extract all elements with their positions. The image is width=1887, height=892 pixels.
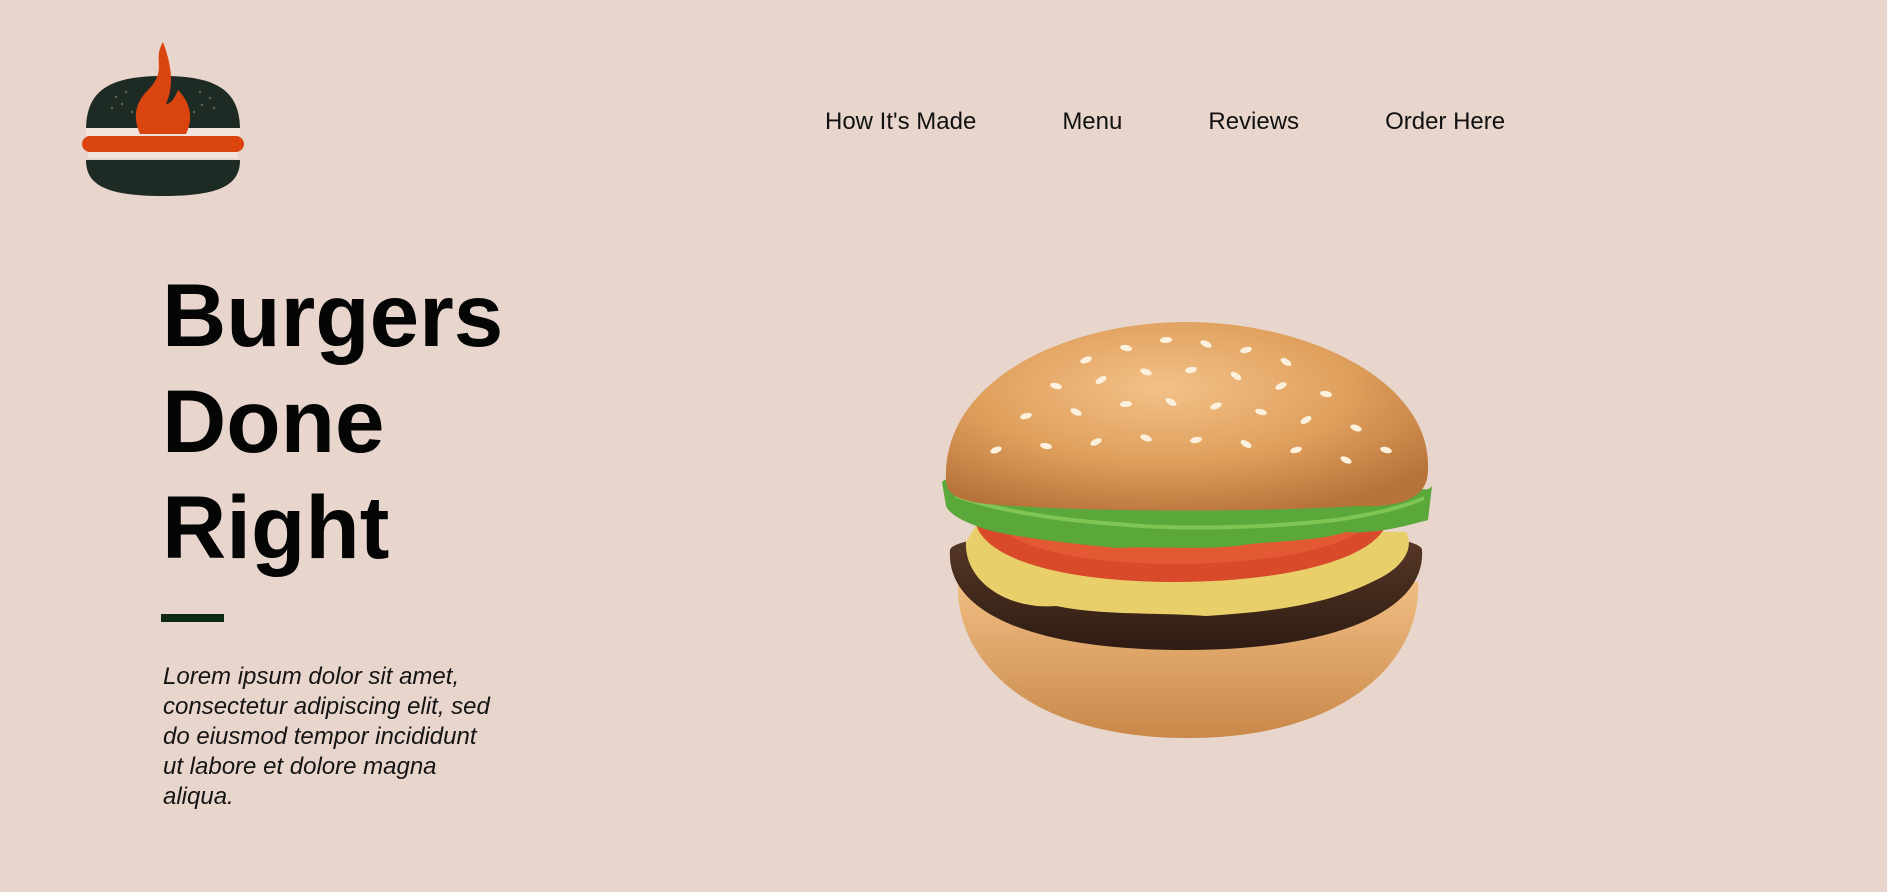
nav-link-reviews[interactable]: Reviews — [1208, 105, 1299, 139]
brand-logo[interactable] — [82, 42, 244, 198]
hero-title-line: Right — [162, 477, 390, 577]
hero-title-line: Burgers — [162, 265, 504, 365]
nav-link-order-here[interactable]: Order Here — [1385, 105, 1505, 139]
main-nav: How It's Made Menu Reviews Order Here — [825, 105, 1505, 139]
landing-page: How It's Made Menu Reviews Order Here Bu… — [0, 0, 1887, 892]
nav-link-menu[interactable]: Menu — [1062, 105, 1122, 139]
hero-description: Lorem ipsum dolor sit amet, consectetur … — [163, 663, 490, 810]
flame-burger-logo-icon — [82, 42, 244, 196]
nav-link-how-its-made[interactable]: How It's Made — [825, 105, 976, 139]
burger-image — [936, 320, 1436, 745]
burger-photo — [942, 322, 1432, 738]
hero-title: Burgers Done Right — [162, 262, 503, 580]
accent-divider — [161, 614, 224, 622]
hero-title-line: Done — [162, 371, 385, 471]
